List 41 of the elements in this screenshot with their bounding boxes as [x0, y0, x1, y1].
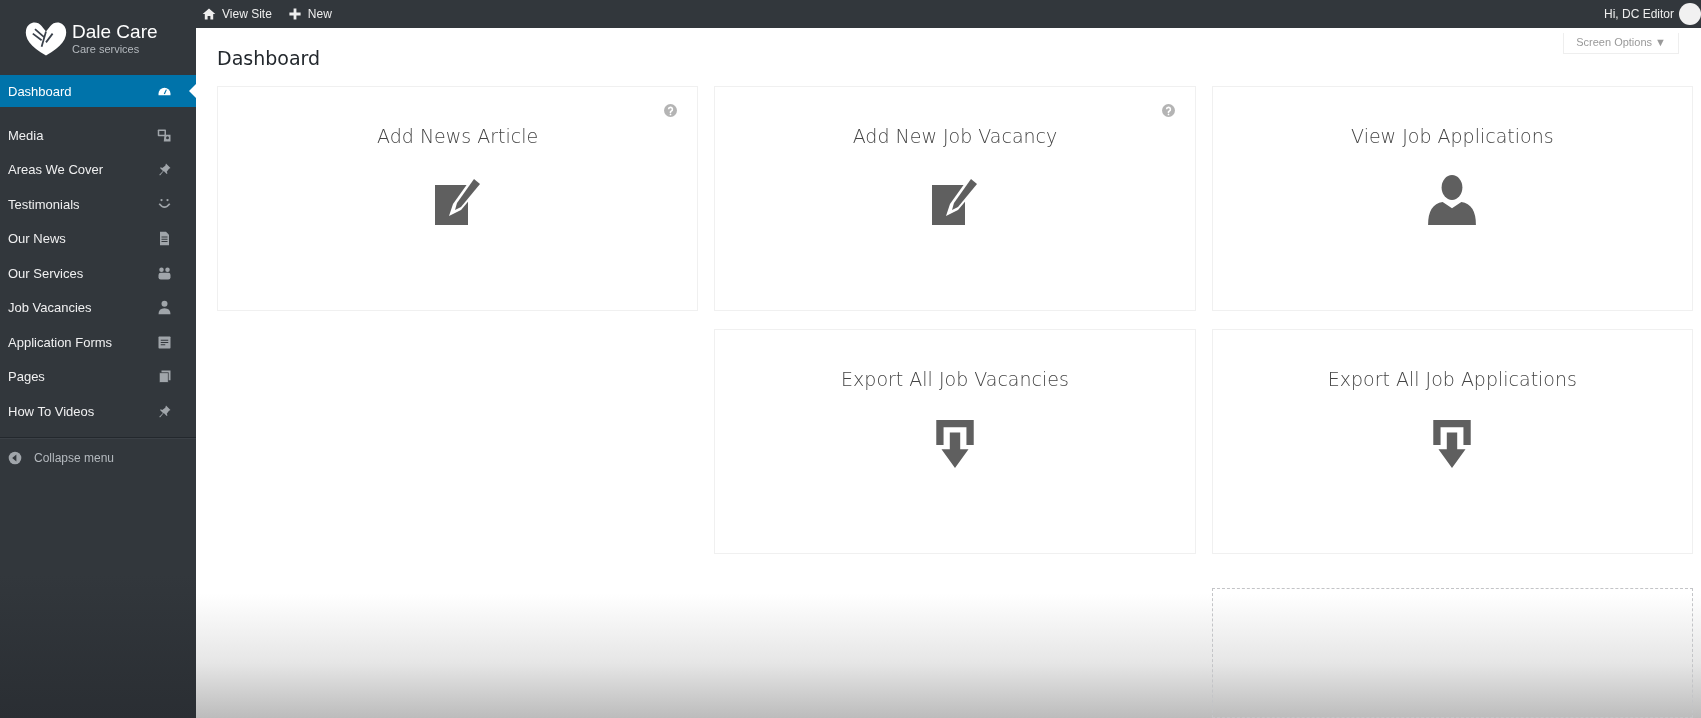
help-icon [1161, 104, 1175, 117]
card-title: Export All Job Vacancies [841, 368, 1069, 390]
menu-item[interactable]: Our News [0, 221, 196, 256]
brand-name: Dale Care [72, 20, 158, 43]
card-title: Export All Job Applications [1327, 368, 1577, 390]
menu-item[interactable]: Areas We Cover [0, 152, 196, 187]
form-icon [157, 334, 172, 350]
person-icon [157, 300, 172, 316]
pin-icon [157, 403, 172, 419]
document-icon [157, 231, 172, 247]
brand-tagline: Care services [72, 42, 141, 55]
widget-card[interactable]: Export All Job Vacancies [714, 329, 1196, 554]
home-icon [202, 7, 216, 21]
collapse-menu-link[interactable]: Collapse menu [8, 450, 188, 465]
pages-icon [157, 369, 172, 385]
widget-card[interactable]: View Job Applications [1211, 86, 1693, 311]
page-title: Dashboard [217, 47, 321, 69]
menu-item[interactable]: Pages [0, 359, 196, 394]
card-title: Add News Article [377, 125, 539, 147]
toolbar-link[interactable]: View Site [202, 7, 272, 21]
toolbar-link[interactable]: New [287, 7, 332, 21]
menu-item[interactable]: Dashboard [0, 75, 196, 107]
account-link[interactable]: Hi, DC Editor [1604, 3, 1701, 25]
widget-card[interactable]: Export All Job Applications [1211, 329, 1693, 554]
plus-icon [287, 7, 302, 21]
group-icon [157, 265, 172, 281]
card-title: Add New Job Vacancy [852, 125, 1058, 147]
card-title: View Job Applications [1351, 125, 1554, 147]
avatar-icon [1679, 3, 1701, 25]
widget-card[interactable]: Add New Job Vacancy [714, 86, 1196, 311]
menu-item[interactable]: Our Services [0, 256, 196, 291]
pin-icon [157, 162, 172, 178]
menu-item[interactable]: Media [0, 118, 196, 153]
menu-item[interactable]: Job Vacancies [0, 290, 196, 325]
menu-item[interactable]: Application Forms [0, 325, 196, 360]
menu-item[interactable]: How To Videos [0, 394, 196, 429]
person-icon [1427, 175, 1478, 227]
images-icon [157, 127, 172, 143]
widget-card[interactable]: Add News Article [217, 86, 699, 311]
help-icon [664, 104, 678, 117]
menu-item[interactable]: Testimonials [0, 187, 196, 222]
